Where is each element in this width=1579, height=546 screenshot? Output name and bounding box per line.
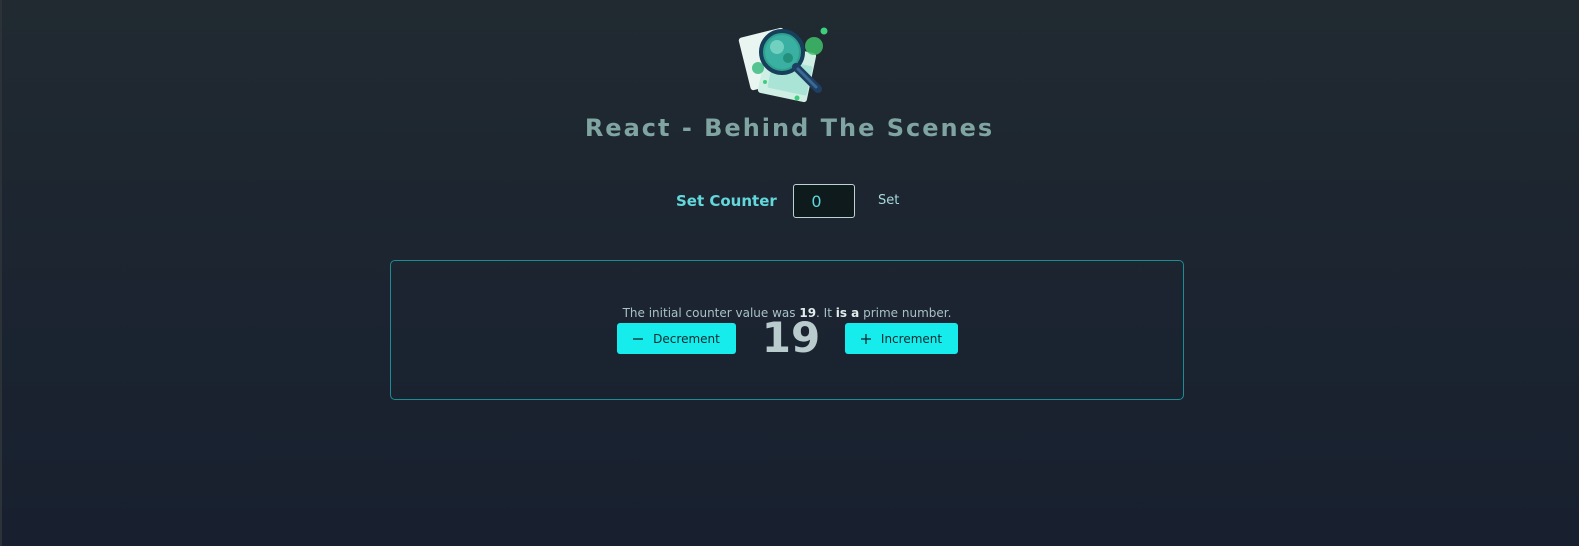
increment-label: Increment — [880, 331, 943, 346]
app-logo — [738, 27, 828, 103]
info-suffix: prime number. — [859, 306, 952, 320]
page-title: React - Behind The Scenes — [584, 114, 995, 142]
counter-input[interactable] — [793, 184, 855, 218]
set-counter-label: Set Counter — [676, 192, 777, 210]
increment-button[interactable]: Increment — [845, 323, 958, 354]
decrement-label: Decrement — [653, 331, 720, 346]
counter-card: The initial counter value was 19. It is … — [390, 260, 1184, 400]
counter-value: 19 — [761, 313, 821, 362]
set-counter-section: Set Counter Set — [0, 184, 1579, 220]
page-header: React - Behind The Scenes — [0, 0, 1579, 160]
decrement-button[interactable]: Decrement — [617, 323, 736, 354]
minus-icon — [633, 337, 644, 340]
set-button[interactable]: Set — [872, 191, 905, 210]
plus-icon — [860, 333, 871, 344]
